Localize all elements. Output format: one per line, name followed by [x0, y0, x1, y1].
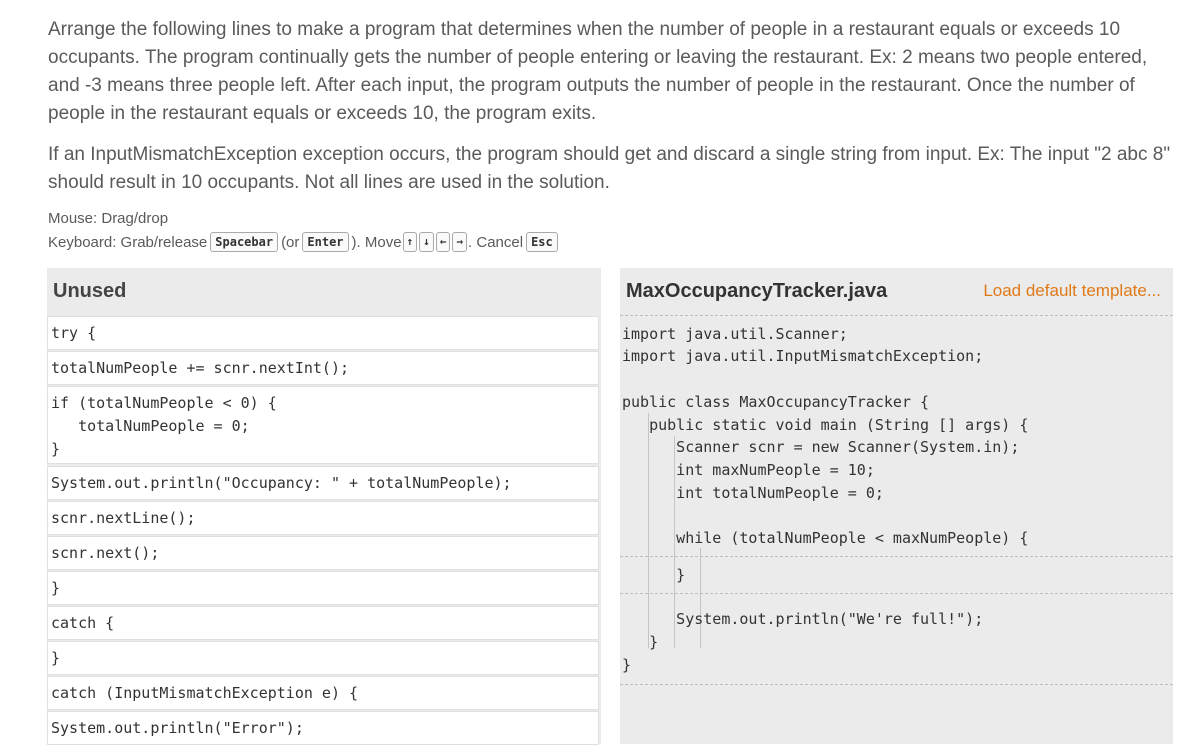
code-line: System.out.println("Occupancy: " + total… [51, 474, 512, 492]
drop-zone-divider [620, 556, 1173, 557]
code-line: catch (InputMismatchException e) { [51, 684, 359, 702]
code-block-nextline[interactable]: scnr.nextLine(); [47, 501, 599, 535]
code-line-max: int maxNumPeople = 10; [622, 461, 875, 479]
code-line: totalNumPeople += scnr.nextInt(); [51, 359, 350, 377]
code-block-if-negative[interactable]: if (totalNumPeople < 0) { totalNumPeople… [47, 386, 599, 464]
code-line: } [51, 649, 61, 667]
keyboard-help-move: ). Move [351, 233, 402, 251]
instructions-paragraph-1: Arrange the following lines to make a pr… [48, 19, 1148, 124]
unused-panel: Unused try { totalNumPeople += scnr.next… [47, 268, 601, 745]
drop-zone-divider [620, 315, 1173, 316]
indent-guide [700, 548, 701, 648]
code-line-class-close: } [622, 656, 632, 674]
code-line-import-mismatch: import java.util.InputMismatchException; [622, 347, 984, 365]
arrow-right-key: → [452, 232, 468, 252]
keyboard-help-or: (or [281, 233, 300, 251]
load-default-template-link[interactable]: Load default template... [983, 281, 1161, 301]
esc-key: Esc [526, 232, 558, 252]
drop-zone-divider [620, 593, 1173, 594]
code-line-total: int totalNumPeople = 0; [622, 484, 884, 502]
code-line: scnr.next(); [51, 544, 160, 562]
code-line: } [51, 440, 61, 458]
spacebar-key: Spacebar [210, 232, 279, 252]
code-line: } [51, 579, 61, 597]
code-block-print-occupancy[interactable]: System.out.println("Occupancy: " + total… [47, 466, 599, 500]
enter-key: Enter [302, 232, 349, 252]
code-block-close-brace[interactable]: } [47, 641, 599, 675]
arrow-left-key: ← [435, 232, 451, 252]
instructions-paragraph-2: If an InputMismatchException exception o… [48, 144, 1171, 193]
code-block-add-input[interactable]: totalNumPeople += scnr.nextInt(); [47, 351, 599, 385]
code-line: if (totalNumPeople < 0) { [51, 394, 277, 412]
unused-title: Unused [53, 280, 127, 302]
code-line-while-close: } [622, 566, 686, 584]
code-line-scanner: Scanner scnr = new Scanner(System.in); [622, 438, 1020, 456]
code-block-catch-mismatch[interactable]: catch (InputMismatchException e) { [47, 676, 599, 710]
code-line-print-full: System.out.println("We're full!"); [622, 610, 984, 628]
code-line: System.out.println("Error"); [51, 719, 304, 737]
arrow-up-key: ↑ [402, 232, 418, 252]
code-line-main-close: } [622, 633, 659, 651]
drop-zone-divider [620, 684, 1173, 685]
code-block-print-error[interactable]: System.out.println("Error"); [47, 711, 599, 745]
code-line-while: while (totalNumPeople < maxNumPeople) { [622, 529, 1029, 547]
keyboard-help-prefix: Keyboard: Grab/release [48, 233, 208, 251]
keyboard-help: Keyboard: Grab/release Spacebar (or Ente… [48, 232, 561, 252]
code-line: try { [51, 324, 97, 342]
code-line-class: public class MaxOccupancyTracker { [622, 393, 930, 411]
code-line-main: public static void main (String [] args)… [622, 416, 1029, 434]
code-line: totalNumPeople = 0; [51, 417, 250, 435]
code-line: catch { [51, 614, 115, 632]
code-block-try[interactable]: try { [47, 316, 599, 350]
code-line: scnr.nextLine(); [51, 509, 196, 527]
keyboard-help-cancel: . Cancel [468, 233, 524, 251]
code-block-next[interactable]: scnr.next(); [47, 536, 599, 570]
mouse-help: Mouse: Drag/drop [48, 210, 169, 227]
arrow-down-key: ↓ [419, 232, 434, 252]
code-line-import-scanner: import java.util.Scanner; [622, 325, 848, 343]
code-block-catch[interactable]: catch { [47, 606, 599, 640]
code-block-close-brace[interactable]: } [47, 571, 599, 605]
file-title: MaxOccupancyTracker.java [626, 280, 888, 302]
program-editor-panel: MaxOccupancyTracker.java Load default te… [620, 268, 1173, 744]
